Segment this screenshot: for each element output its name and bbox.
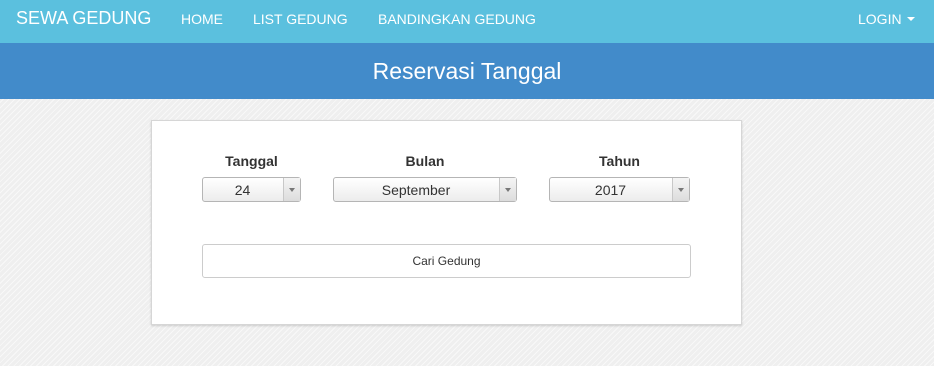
login-dropdown[interactable]: LOGIN bbox=[858, 11, 902, 27]
chevron-down-icon bbox=[289, 188, 295, 192]
month-select-value: September bbox=[381, 182, 451, 198]
year-label: Tahun bbox=[599, 153, 640, 169]
page-title: Reservasi Tanggal bbox=[372, 58, 562, 84]
year-select-arrow[interactable] bbox=[672, 178, 689, 201]
day-select-value: 24 bbox=[234, 182, 251, 198]
chevron-down-icon bbox=[505, 188, 511, 192]
chevron-down-icon bbox=[678, 188, 684, 192]
month-select-arrow[interactable] bbox=[499, 178, 516, 201]
year-select[interactable]: 2017 bbox=[549, 177, 690, 202]
nav-home[interactable]: HOME bbox=[181, 11, 223, 27]
page-header: Reservasi Tanggal bbox=[0, 43, 934, 99]
chevron-down-icon[interactable] bbox=[907, 17, 915, 21]
navbar: SEWA GEDUNG HOME LIST GEDUNG BANDINGKAN … bbox=[0, 0, 934, 43]
reservation-panel bbox=[151, 120, 742, 325]
year-select-value: 2017 bbox=[594, 182, 627, 198]
day-label: Tanggal bbox=[225, 153, 278, 169]
nav-bandingkan-gedung[interactable]: BANDINGKAN GEDUNG bbox=[378, 11, 536, 27]
month-label: Bulan bbox=[405, 153, 445, 169]
search-button[interactable]: Cari Gedung bbox=[202, 244, 691, 278]
nav-list-gedung[interactable]: LIST GEDUNG bbox=[253, 11, 348, 27]
brand-link[interactable]: SEWA GEDUNG bbox=[16, 8, 151, 28]
day-select-arrow[interactable] bbox=[283, 178, 300, 201]
day-select[interactable]: 24 bbox=[202, 177, 301, 202]
month-select[interactable]: September bbox=[333, 177, 517, 202]
